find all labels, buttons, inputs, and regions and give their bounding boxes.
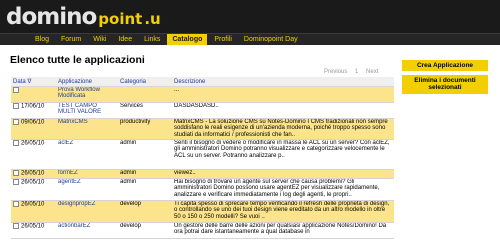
nav-wiki[interactable]: Wiki [88,34,111,45]
column-header-categoria[interactable]: Categoria [118,77,172,87]
row-checkbox[interactable] [13,87,19,93]
row-date: 26/05/10 [21,170,45,177]
column-header-data[interactable]: Data ∇ [11,77,56,87]
row-checkbox[interactable] [13,119,19,125]
row-description: Ti capita spesso di sprecare tempo verif… [172,200,394,223]
row-category: admin [118,178,172,201]
row-category: develop [118,200,172,223]
nav-catalogo[interactable]: Catalogo [167,34,208,45]
row-category: admin [118,139,172,170]
row-category: Services [118,102,172,119]
column-header-descrizione[interactable]: Descrizione [172,77,394,87]
nav-profili[interactable]: Profili [209,34,237,45]
row-date: 26/05/10 [21,140,45,147]
pager-previous[interactable]: Previous [324,69,347,75]
row-date: 26/05/10 [21,179,45,186]
site-logo[interactable]: domino point .u [6,2,161,32]
nav-dominopoint-day[interactable]: Dominopoint Day [239,34,303,45]
table-header-row: Data ∇ Applicazione Categoria Descrizion… [11,77,394,87]
pager-next[interactable]: Next [366,69,378,75]
page-title: Elenco tutte le applicazioni [10,54,145,66]
pager: Previous 1 Next [324,69,384,75]
row-application-link[interactable]: TEST CAMPO MULTI VALORE [56,102,118,119]
row-description: MatrixCMS - La soluzione CMS su Notes-Do… [172,118,394,140]
table-row: Prova Workflow Modificata ... [11,86,394,103]
row-application-link[interactable]: actionbarEZ [56,222,118,239]
logo-tag-text: .u [144,10,161,28]
row-description: Hai bisogno di trovare un agente sul ser… [172,178,394,201]
table-row: 26/05/10 designpropEZ develop Ti capita … [11,200,394,223]
row-category [118,86,172,103]
row-date: 17/06/10 [21,103,45,110]
nav-idee[interactable]: Idee [113,34,137,45]
table-row: 26/05/10 formEZ admin viewez.. [11,169,394,179]
pager-page-number[interactable]: 1 [355,69,358,75]
row-checkbox[interactable] [13,223,19,229]
row-application-link[interactable]: MatrixCMS [56,118,118,140]
row-checkbox[interactable] [13,201,19,207]
applications-table: Data ∇ Applicazione Categoria Descrizion… [11,77,394,239]
row-date: 26/05/10 [21,201,45,208]
row-category: develop [118,222,172,239]
row-description: viewez.. [172,169,394,179]
create-application-button[interactable]: Crea Applicazione [402,60,488,71]
row-checkbox[interactable] [13,140,19,146]
table-row: 26/05/10 agentEZ admin Hai bisogno di tr… [11,178,394,201]
row-application-link[interactable]: agentEZ [56,178,118,201]
row-category: admin [118,169,172,179]
table-row: 26/05/10 aclEZ admin Senti il bisogno di… [11,139,394,170]
column-header-applicazione[interactable]: Applicazione [56,77,118,87]
main-nav: Blog Forum Wiki Idee Links Catalogo Prof… [0,33,500,45]
logo-sub-text: point [98,10,143,28]
row-checkbox[interactable] [13,103,19,109]
row-application-link[interactable]: formEZ [56,169,118,179]
nav-blog[interactable]: Blog [30,34,54,45]
delete-selected-button[interactable]: Elimina i documenti selezionati [402,75,488,94]
table-row: 26/05/10 actionbarEZ develop Un gestore … [11,222,394,239]
row-checkbox[interactable] [13,179,19,185]
row-category: productivity [118,118,172,140]
row-checkbox[interactable] [13,170,19,176]
row-application-link[interactable]: designpropEZ [56,200,118,223]
nav-links[interactable]: Links [139,34,165,45]
row-description: Un gestore delle barre delle azioni per … [172,222,394,239]
top-header: domino point .u [0,0,500,33]
row-date: 09/06/10 [21,119,45,126]
table-row: 17/06/10 TEST CAMPO MULTI VALORE Service… [11,102,394,119]
table-row: 09/06/10 MatrixCMS productivity MatrixCM… [11,118,394,140]
row-date: 26/05/10 [21,223,45,230]
row-description: DASDASDASD.. [172,102,394,119]
sort-arrow-icon: ∇ [27,79,32,85]
row-description: ... [172,86,394,103]
row-application-link[interactable]: Prova Workflow Modificata [56,86,118,103]
nav-forum[interactable]: Forum [56,34,86,45]
logo-main-text: domino [6,4,97,30]
row-application-link[interactable]: aclEZ [56,139,118,170]
row-description: Senti il bisogno di vedere o modificare … [172,139,394,170]
